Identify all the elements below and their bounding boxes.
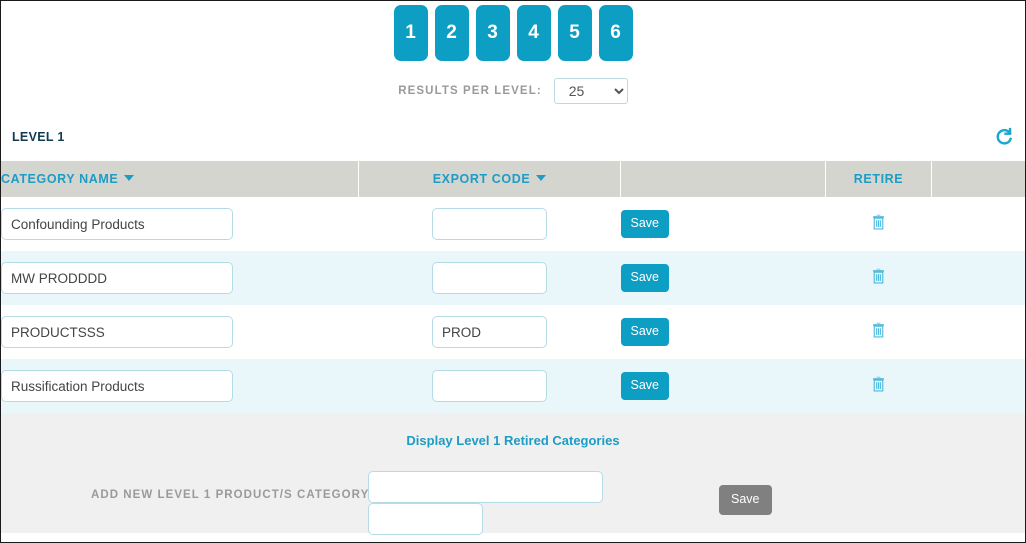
category-name-input[interactable] bbox=[1, 208, 233, 240]
cell-category-name bbox=[1, 251, 359, 305]
cell-export-code bbox=[358, 359, 621, 413]
trash-icon[interactable] bbox=[872, 214, 885, 230]
table-row: Save bbox=[1, 197, 1025, 251]
cell-category-name bbox=[1, 197, 359, 251]
cell-save: Save bbox=[620, 305, 826, 359]
results-per-level-row: RESULTS PER LEVEL: 25 bbox=[1, 78, 1025, 104]
level-button-4[interactable]: 4 bbox=[516, 5, 551, 61]
add-category-save-button[interactable]: Save bbox=[719, 485, 772, 515]
chevron-down-icon bbox=[124, 175, 135, 181]
header-export-code-label: EXPORT CODE bbox=[432, 172, 531, 186]
table-body: Save bbox=[1, 197, 1025, 413]
export-code-input[interactable] bbox=[432, 208, 547, 240]
header-retire: RETIRE bbox=[825, 161, 932, 197]
save-button[interactable]: Save bbox=[620, 264, 669, 292]
cell-retire bbox=[825, 197, 932, 251]
results-per-level-label: RESULTS PER LEVEL: bbox=[398, 85, 542, 97]
cell-category-name bbox=[1, 305, 359, 359]
new-category-code-input[interactable] bbox=[368, 503, 483, 535]
category-name-input[interactable] bbox=[1, 316, 233, 348]
export-code-input[interactable] bbox=[432, 316, 547, 348]
add-category-label: ADD NEW LEVEL 1 PRODUCT/S CATEGORY: bbox=[91, 489, 374, 501]
category-name-input[interactable] bbox=[1, 262, 233, 294]
cell-retire bbox=[825, 251, 932, 305]
table-header-row: CATEGORY NAME EXPORT CODE RETIRE bbox=[1, 161, 1025, 197]
cell-export-code bbox=[358, 251, 621, 305]
save-button[interactable]: Save bbox=[620, 372, 669, 400]
refresh-icon[interactable] bbox=[993, 126, 1015, 148]
categories-table: CATEGORY NAME EXPORT CODE RETIRE Sa bbox=[1, 161, 1025, 413]
trash-icon[interactable] bbox=[872, 376, 885, 392]
trash-icon[interactable] bbox=[872, 322, 885, 338]
level-pager: 1 2 3 4 5 6 bbox=[1, 1, 1025, 61]
cell-retire bbox=[825, 359, 932, 413]
level-button-5[interactable]: 5 bbox=[557, 5, 592, 61]
header-save-column bbox=[620, 161, 826, 197]
cell-retire bbox=[825, 305, 932, 359]
export-code-input[interactable] bbox=[432, 262, 547, 294]
table-row: Save bbox=[1, 251, 1025, 305]
save-button[interactable]: Save bbox=[620, 210, 669, 238]
new-category-name-input[interactable] bbox=[368, 471, 603, 503]
results-per-level-select[interactable]: 25 bbox=[553, 78, 628, 104]
save-button[interactable]: Save bbox=[620, 318, 669, 346]
export-code-input[interactable] bbox=[432, 370, 547, 402]
level-title: LEVEL 1 bbox=[12, 130, 65, 144]
cell-spacer bbox=[931, 305, 1025, 359]
cell-export-code bbox=[358, 197, 621, 251]
header-spacer bbox=[931, 161, 1025, 197]
header-category-name[interactable]: CATEGORY NAME bbox=[1, 161, 359, 197]
cell-spacer bbox=[931, 197, 1025, 251]
header-export-code[interactable]: EXPORT CODE bbox=[358, 161, 621, 197]
level-button-2[interactable]: 2 bbox=[434, 5, 469, 61]
cell-category-name bbox=[1, 359, 359, 413]
trash-icon[interactable] bbox=[872, 268, 885, 284]
header-category-name-label: CATEGORY NAME bbox=[1, 172, 119, 186]
level-button-3[interactable]: 3 bbox=[475, 5, 510, 61]
page-root: 1 2 3 4 5 6 RESULTS PER LEVEL: 25 LEVEL … bbox=[0, 0, 1026, 543]
display-retired-categories-link[interactable]: Display Level 1 Retired Categories bbox=[1, 433, 1025, 448]
add-category-panel: Display Level 1 Retired Categories ADD N… bbox=[1, 413, 1025, 535]
table-row: Save bbox=[1, 305, 1025, 359]
cell-export-code bbox=[358, 305, 621, 359]
cell-save: Save bbox=[620, 359, 826, 413]
cell-save: Save bbox=[620, 197, 826, 251]
table-row: Save bbox=[1, 359, 1025, 413]
cell-spacer bbox=[931, 251, 1025, 305]
level-button-1[interactable]: 1 bbox=[393, 5, 428, 61]
category-name-input[interactable] bbox=[1, 370, 233, 402]
cell-spacer bbox=[931, 359, 1025, 413]
level-button-6[interactable]: 6 bbox=[598, 5, 633, 61]
level-header-bar: LEVEL 1 bbox=[1, 122, 1025, 161]
cell-save: Save bbox=[620, 251, 826, 305]
chevron-down-icon bbox=[536, 175, 547, 181]
